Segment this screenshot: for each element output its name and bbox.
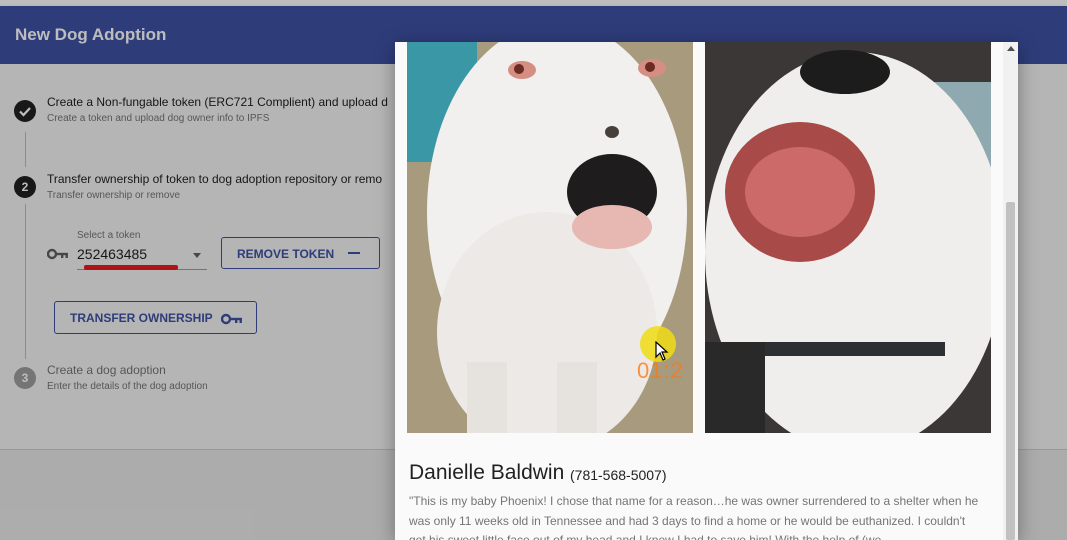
dog-photo-right-image bbox=[705, 42, 991, 433]
scroll-up-icon[interactable] bbox=[1007, 46, 1015, 51]
owner-phone: (781-568-5007) bbox=[570, 467, 667, 483]
adoption-story: "This is my baby Phoenix! I chose that n… bbox=[409, 494, 979, 540]
scrollbar-thumb[interactable] bbox=[1006, 202, 1015, 540]
owner-name: Danielle Baldwin bbox=[409, 461, 565, 484]
video-timestamp: 01:2 bbox=[637, 358, 684, 383]
adoption-modal: Danielle Baldwin (781-568-5007) "This is… bbox=[395, 42, 1018, 540]
dog-photo-right bbox=[705, 42, 991, 433]
